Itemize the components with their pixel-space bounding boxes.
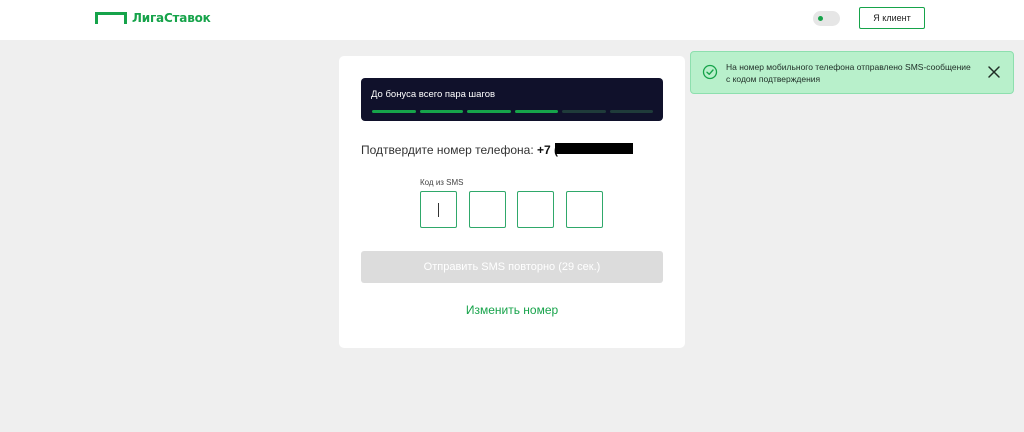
resend-sms-button[interactable]: Отправить SMS повторно (29 сек.) xyxy=(361,251,663,283)
bonus-progress-banner: До бонуса всего пара шагов xyxy=(361,78,663,121)
progress-steps xyxy=(372,110,653,113)
verification-card: До бонуса всего пара шагов Подтвердите н… xyxy=(339,56,685,348)
logo-text: ЛигаСтавок xyxy=(132,11,211,25)
confirm-label: Подтвердите номер телефона: xyxy=(361,143,534,157)
progress-step xyxy=(514,110,558,113)
sms-code-digit-2[interactable] xyxy=(469,191,506,228)
logo-mark-icon xyxy=(95,12,127,24)
redacted-phone xyxy=(555,143,633,154)
sms-sent-notification: На номер мобильного телефона отправлено … xyxy=(690,51,1014,94)
progress-step xyxy=(609,110,653,113)
login-button[interactable]: Я клиент xyxy=(859,7,925,29)
confirm-phone-text: Подтвердите номер телефона: +7 (9 xyxy=(361,143,565,157)
sms-code-digit-1[interactable] xyxy=(420,191,457,228)
change-number-link[interactable]: Изменить номер xyxy=(339,303,685,317)
sms-code-label: Код из SMS xyxy=(420,178,464,187)
progress-step xyxy=(562,110,606,113)
bonus-title: До бонуса всего пара шагов xyxy=(371,89,496,100)
progress-step xyxy=(372,110,416,113)
sms-code-digit-3[interactable] xyxy=(517,191,554,228)
close-icon[interactable] xyxy=(986,64,1002,80)
theme-toggle[interactable] xyxy=(813,11,840,26)
progress-step xyxy=(419,110,463,113)
notification-message: На номер мобильного телефона отправлено … xyxy=(726,62,971,84)
theme-toggle-icon xyxy=(818,16,823,21)
text-caret xyxy=(438,203,439,217)
sms-code-digit-4[interactable] xyxy=(566,191,603,228)
progress-step xyxy=(467,110,511,113)
check-circle-icon xyxy=(702,64,718,80)
logo[interactable]: ЛигаСтавок xyxy=(95,10,211,26)
header: ЛигаСтавок Я клиент xyxy=(0,0,1024,40)
